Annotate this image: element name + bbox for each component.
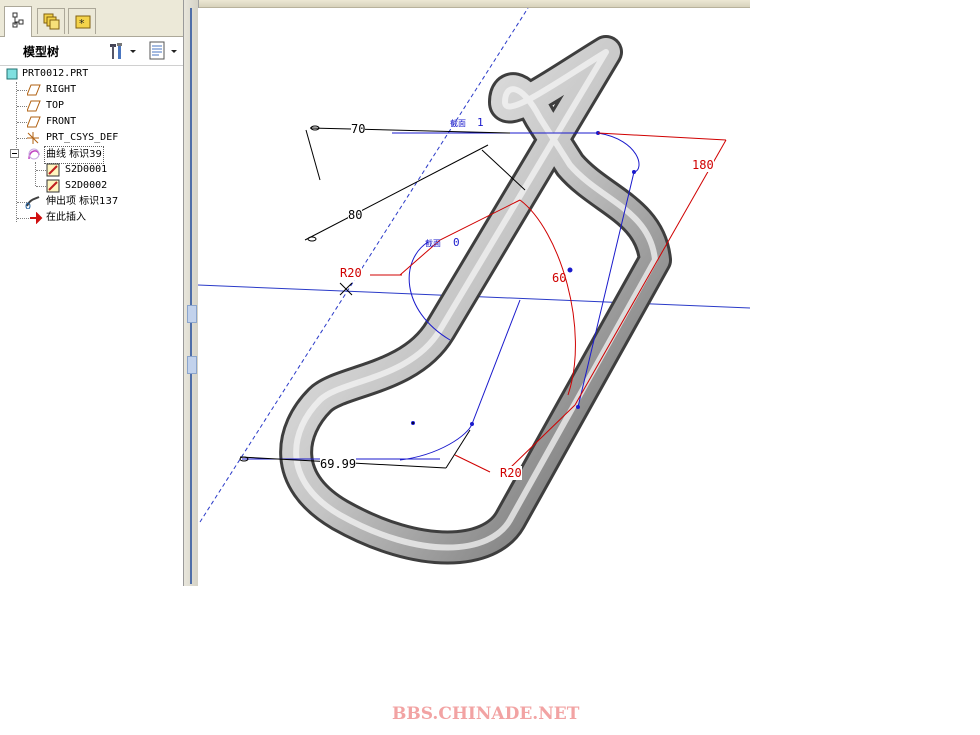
dim-60-arc (519, 199, 576, 396)
model-tree-title: 模型树 (23, 45, 60, 59)
show-settings-button[interactable] (147, 40, 181, 62)
tree-item-label: PRT_CSYS_DEF (46, 132, 119, 143)
favorites-tab[interactable]: * (68, 8, 96, 34)
model-tree-icon (12, 12, 24, 28)
radius-r20-bottom-label[interactable]: R20 (500, 466, 522, 480)
svg-text:*: * (79, 17, 85, 30)
sketch-icon (46, 179, 60, 193)
favorites-icon: * (75, 15, 91, 30)
list-settings-icon (149, 41, 177, 60)
tree-connector (17, 218, 29, 219)
tree-item-label: RIGHT (46, 84, 77, 95)
section-tag-0-number: 0 (453, 236, 460, 249)
dimension-180-label[interactable]: 180 (692, 158, 714, 172)
tree-connector (17, 122, 27, 123)
dim-80-line (304, 144, 489, 241)
section-tag-1-number: 1 (477, 116, 484, 129)
tree-item-label: 在此插入 (46, 212, 86, 223)
dimension-70-label[interactable]: 70 (351, 122, 366, 136)
model-canvas[interactable] (198, 8, 750, 586)
collapse-panel-handle[interactable] (187, 305, 197, 323)
window-top-bar (198, 0, 750, 8)
section-tag-1: 截面 (450, 119, 466, 128)
sketch-icon (46, 163, 60, 177)
radius-r20-left-label[interactable]: R20 (340, 266, 362, 280)
tree-item-label: 伸出项 标识137 (46, 196, 119, 207)
part-icon (6, 68, 18, 80)
tree-tools-button[interactable] (108, 40, 138, 62)
datum-plane-icon (27, 116, 41, 128)
swept-tube (279, 35, 672, 565)
curve-icon (28, 148, 40, 160)
dimension-6999-label[interactable]: 69.99 (320, 457, 357, 471)
section-tag-0: 截面 (425, 239, 441, 248)
origin-marker (339, 282, 353, 296)
layers-tab[interactable] (37, 8, 65, 34)
collapse-minus-icon[interactable] (10, 149, 20, 159)
tree-connector (17, 90, 27, 91)
model-tree-tab[interactable] (4, 6, 32, 37)
graphics-window[interactable]: 70 80 180 60 69.99 R20 R20 截面 1 截面 0 (198, 8, 750, 586)
sweep-icon (25, 196, 40, 209)
tree-item-label: TOP (46, 100, 65, 111)
tree-item-label: PRT0012.PRT (22, 68, 89, 79)
datum-plane-icon (27, 100, 41, 112)
tree-connector (36, 186, 46, 187)
tools-hammer-icon (110, 43, 136, 59)
dim-70-witness (305, 129, 321, 181)
panel-splitter[interactable] (184, 0, 199, 586)
tree-connector (36, 170, 46, 171)
datum-plane-icon (27, 84, 41, 96)
tree-connector (17, 106, 27, 107)
watermark: BBS.CHINADE.NET (392, 704, 580, 724)
sketch-arc-top (597, 132, 640, 173)
tree-connector (35, 162, 36, 186)
csys-icon (27, 132, 39, 144)
splitter-rail (190, 8, 192, 584)
dimension-80-label[interactable]: 80 (348, 208, 363, 222)
expand-panel-handle[interactable] (187, 356, 197, 374)
dimension-60-label[interactable]: 60 (552, 271, 566, 285)
layers-icon (43, 13, 60, 30)
tree-item-label: FRONT (46, 116, 77, 127)
tree-item-label: S2D0001 (65, 164, 108, 175)
model-tree-toolbar: 模型树 (0, 37, 183, 66)
tree-item-label: S2D0002 (65, 180, 108, 191)
insert-here-arrow-icon (30, 212, 43, 224)
navigator-tabs: * (0, 0, 183, 37)
navigator-panel: * 模型树 PRT0012.PRT RIGHT TOP FRONT PRT_CS… (0, 0, 184, 586)
